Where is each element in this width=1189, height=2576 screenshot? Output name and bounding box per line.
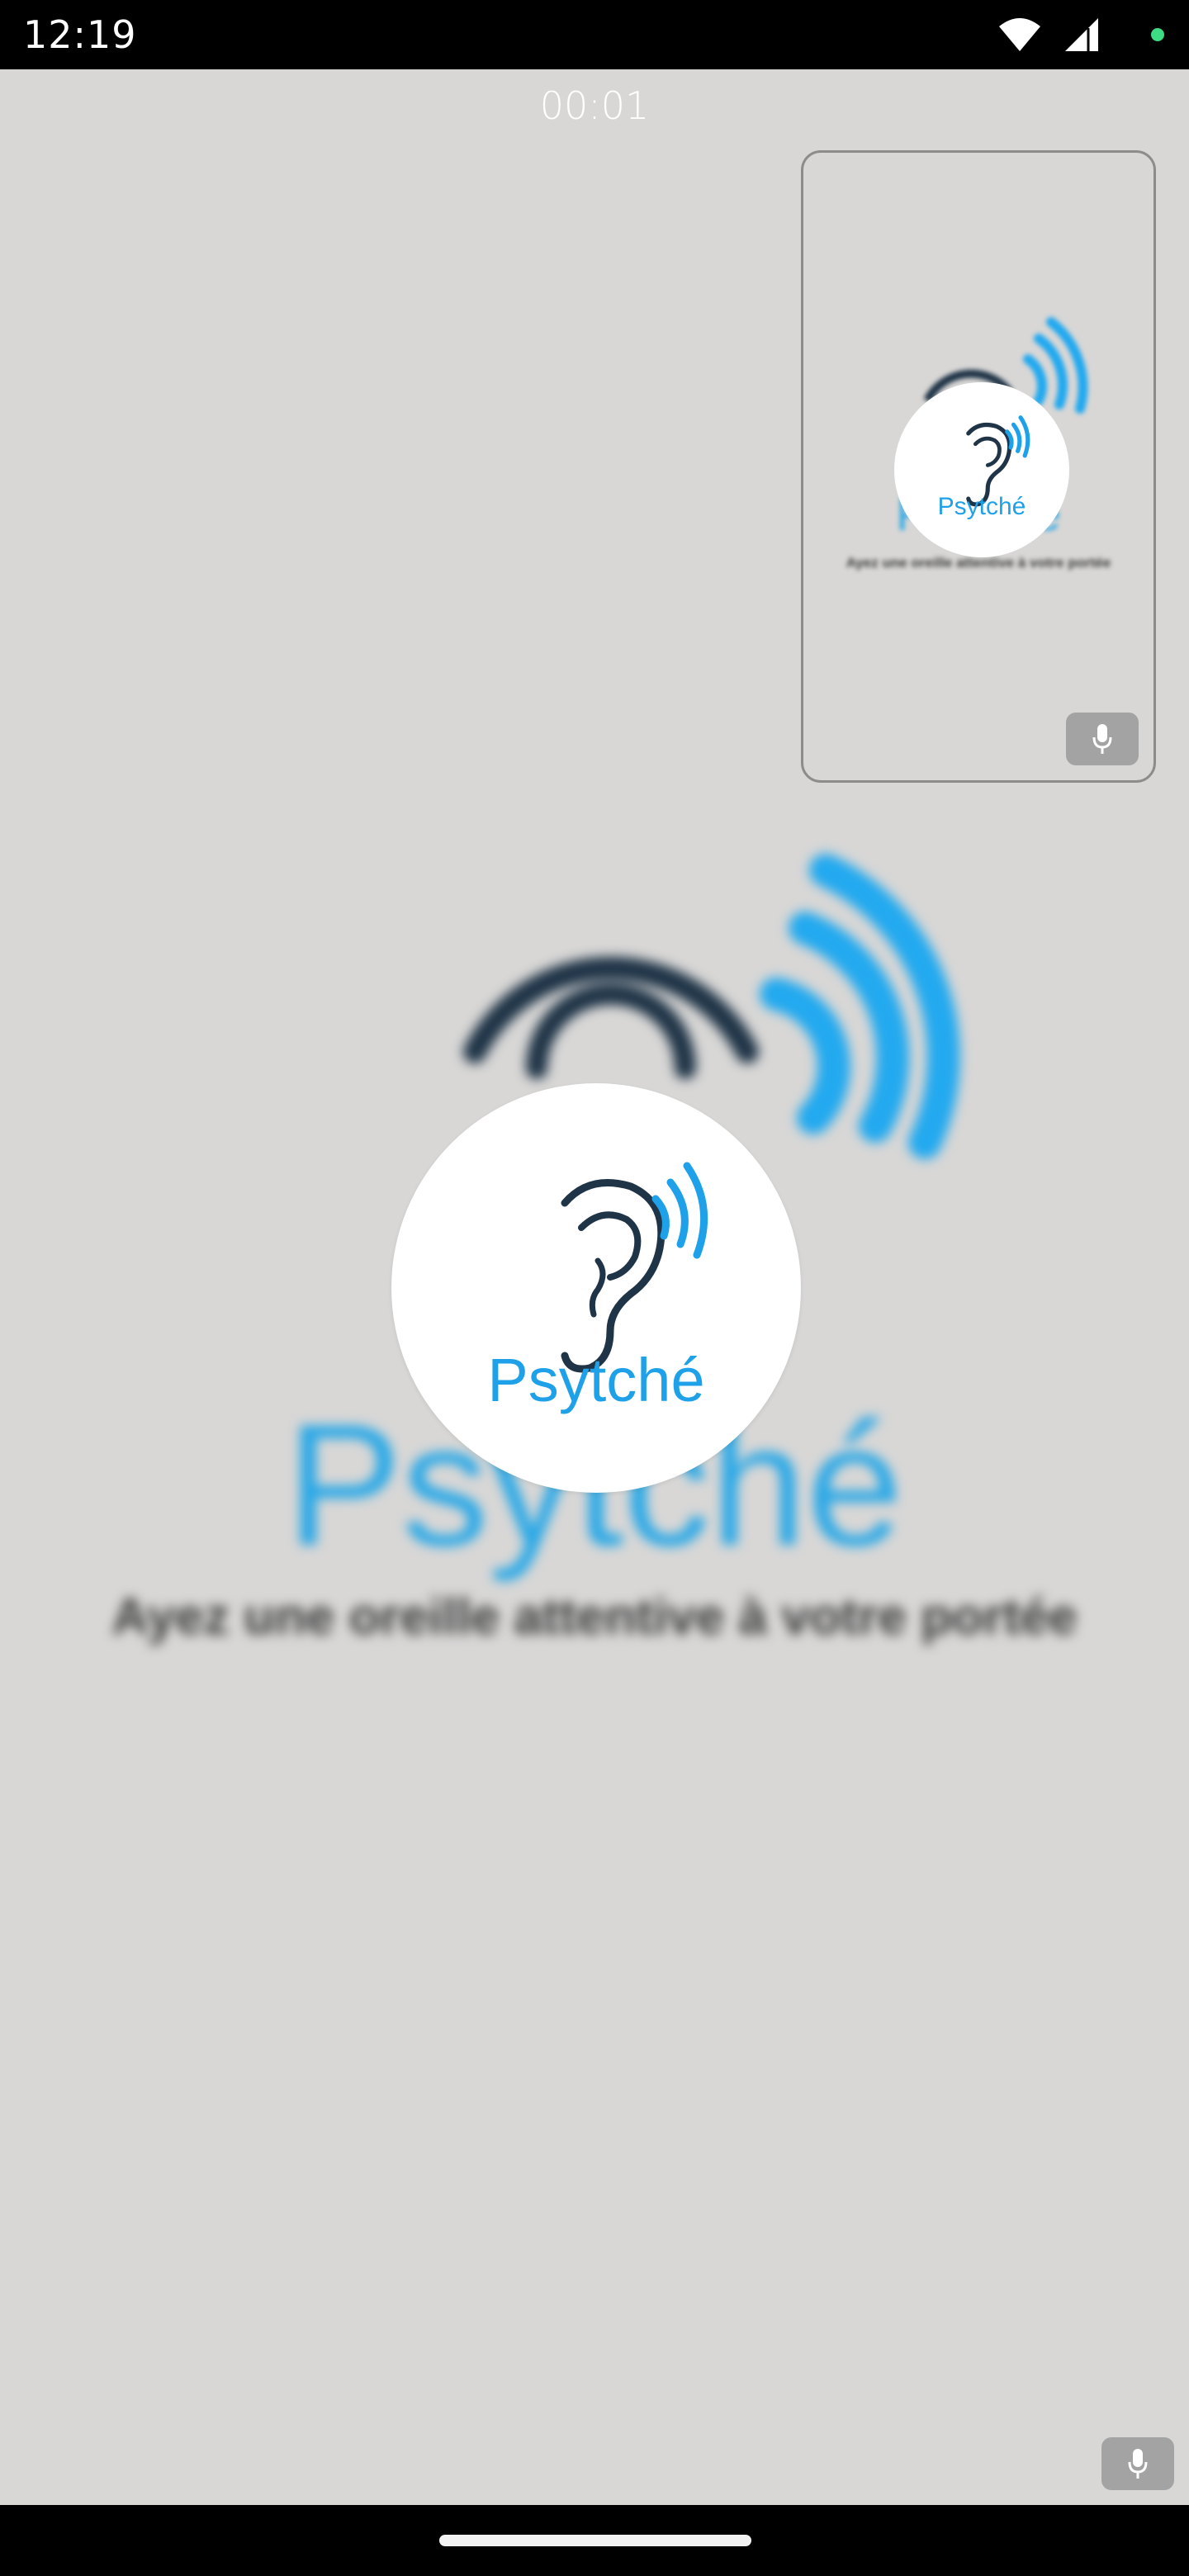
microphone-icon xyxy=(1128,2449,1148,2479)
wifi-icon xyxy=(999,18,1040,51)
status-time: 12:19 xyxy=(23,12,137,57)
self-video-preview[interactable]: Psytché Ayez une oreille attentive à vot… xyxy=(801,150,1156,783)
remote-avatar: Psytché xyxy=(391,1083,801,1493)
microphone-icon xyxy=(1092,724,1112,754)
call-timer: 00:01 xyxy=(539,83,650,128)
self-mic-button[interactable] xyxy=(1066,713,1139,765)
home-gesture-handle[interactable] xyxy=(439,2535,751,2546)
ear-logo-icon xyxy=(561,1162,708,1373)
remote-tagline-text: Ayez une oreille attentive à votre porté… xyxy=(111,1589,1078,1646)
ear-logo-icon xyxy=(966,415,1030,507)
privacy-indicator-dot xyxy=(1151,28,1164,41)
status-icons xyxy=(997,12,1164,58)
navigation-bar xyxy=(0,2505,1189,2576)
remote-avatar-brand: Psytché xyxy=(487,1346,705,1414)
status-bar: 12:19 xyxy=(0,0,1189,69)
self-avatar: Psytché xyxy=(894,382,1069,557)
self-avatar-brand: Psytché xyxy=(937,493,1026,520)
remote-mic-button[interactable] xyxy=(1101,2437,1174,2490)
signal-icon xyxy=(1065,18,1098,51)
